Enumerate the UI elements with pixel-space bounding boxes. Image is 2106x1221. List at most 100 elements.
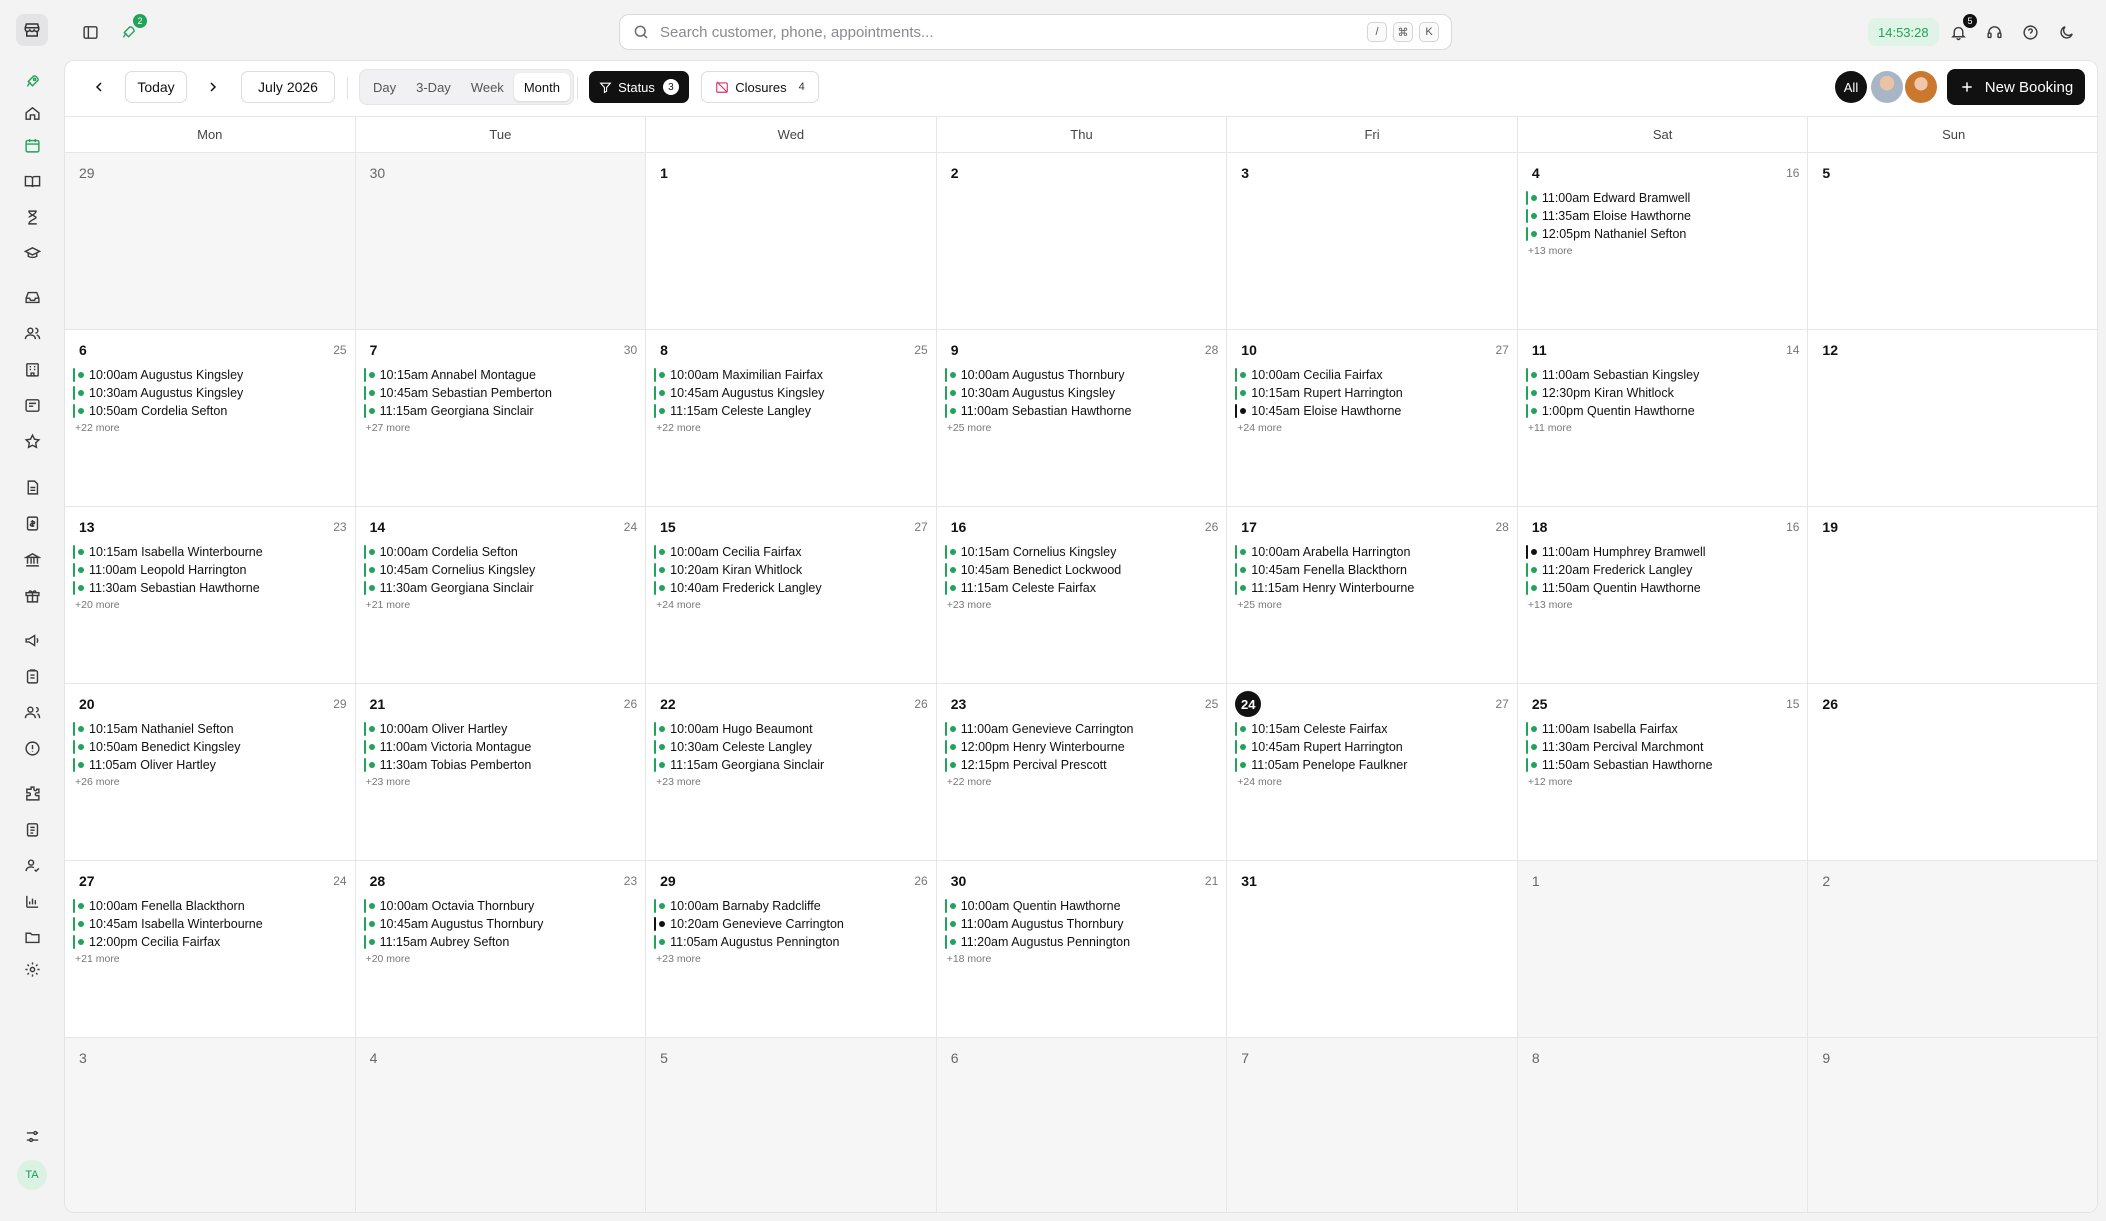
appointment-item[interactable]: 10:00am Cecilia Fairfax xyxy=(654,543,930,561)
appointment-item[interactable]: 10:30am Augustus Kingsley xyxy=(73,384,349,402)
date-number[interactable]: 8 xyxy=(1532,1050,1540,1066)
day-cell[interactable]: 30 21 10:00am Quentin Hawthorne 11:00am Aug… xyxy=(936,861,1228,1038)
appointment-item[interactable]: 10:40am Frederick Langley xyxy=(654,579,930,597)
search-input[interactable] xyxy=(660,23,1361,41)
appointment-item[interactable]: 12:05pm Nathaniel Sefton xyxy=(1525,225,1802,243)
day-cell[interactable]: 14 24 10:00am Cordelia Sefton 10:45am Corne… xyxy=(355,507,647,684)
appointment-item[interactable]: 11:00am Humphrey Bramwell xyxy=(1525,543,1802,561)
closures-button[interactable]: Closures 4 xyxy=(701,71,819,103)
appointment-item[interactable]: 11:30am Sebastian Hawthorne xyxy=(73,579,349,597)
date-number[interactable]: 2 xyxy=(1822,873,1830,889)
date-number[interactable]: 20 xyxy=(79,696,95,712)
appointment-item[interactable]: 11:00am Genevieve Carrington xyxy=(944,720,1221,738)
rocket-icon[interactable] xyxy=(20,69,44,93)
more-appointments-link[interactable]: +23 more xyxy=(654,953,930,965)
appointment-item[interactable]: 11:35am Eloise Hawthorne xyxy=(1525,207,1802,225)
more-appointments-link[interactable]: +24 more xyxy=(1235,776,1511,788)
appointment-item[interactable]: 11:05am Augustus Pennington xyxy=(654,933,930,951)
view-day-tab[interactable]: Day xyxy=(363,73,406,101)
checklist-icon[interactable] xyxy=(20,817,44,841)
day-cell[interactable]: 15 27 10:00am Cecilia Fairfax 10:20am Kiran… xyxy=(646,507,937,684)
view-3day-tab[interactable]: 3-Day xyxy=(406,73,461,101)
date-number[interactable]: 26 xyxy=(1822,696,1838,712)
appointment-item[interactable]: 10:45am Fenella Blackthorn xyxy=(1235,561,1511,579)
sidebar-toggle-icon[interactable] xyxy=(78,20,102,44)
day-cell[interactable]: 25 15 11:00am Isabella Fairfax 11:30am Perc… xyxy=(1517,684,1809,861)
home-icon[interactable] xyxy=(20,101,44,125)
date-number[interactable]: 27 xyxy=(79,873,95,889)
appointment-item[interactable]: 11:50am Sebastian Hawthorne xyxy=(1525,756,1802,774)
day-cell[interactable]: 5 xyxy=(1808,153,2097,330)
users-icon[interactable] xyxy=(20,321,44,345)
team-icon[interactable] xyxy=(20,700,44,724)
date-number[interactable]: 29 xyxy=(79,165,95,181)
day-cell[interactable]: 22 26 10:00am Hugo Beaumont 10:30am Celeste… xyxy=(646,684,937,861)
receipt-icon[interactable] xyxy=(20,511,44,535)
date-number[interactable]: 28 xyxy=(370,873,386,889)
day-cell[interactable]: 3 xyxy=(65,1038,356,1212)
day-cell[interactable]: 20 29 10:15am Nathaniel Sefton 10:50am Bene… xyxy=(65,684,356,861)
date-number[interactable]: 5 xyxy=(660,1050,668,1066)
appointment-item[interactable]: 11:15am Georgiana Sinclair xyxy=(654,756,930,774)
appointment-item[interactable]: 10:15am Rupert Harrington xyxy=(1235,384,1511,402)
prev-month-button[interactable] xyxy=(85,71,113,103)
gift-icon[interactable] xyxy=(20,583,44,607)
day-cell[interactable]: 1 xyxy=(1517,861,1809,1038)
day-cell[interactable]: 12 xyxy=(1808,330,2097,507)
help-icon[interactable] xyxy=(2018,20,2042,44)
more-appointments-link[interactable]: +24 more xyxy=(654,599,930,611)
appointment-item[interactable]: 10:20am Genevieve Carrington xyxy=(654,915,930,933)
settings-gear-icon[interactable] xyxy=(20,957,44,981)
more-appointments-link[interactable]: +26 more xyxy=(73,776,349,788)
day-cell[interactable]: 27 24 10:00am Fenella Blackthorn 10:45am Is… xyxy=(65,861,356,1038)
appointment-item[interactable]: 11:30am Percival Marchmont xyxy=(1525,738,1802,756)
date-number[interactable]: 1 xyxy=(660,165,668,181)
appointment-item[interactable]: 12:15pm Percival Prescott xyxy=(944,756,1221,774)
day-cell[interactable]: 23 25 11:00am Genevieve Carrington 12:00pm … xyxy=(936,684,1228,861)
more-appointments-link[interactable]: +23 more xyxy=(654,776,930,788)
day-cell[interactable]: 16 26 10:15am Cornelius Kingsley 10:45am Be… xyxy=(936,507,1228,684)
appointment-item[interactable]: 11:50am Quentin Hawthorne xyxy=(1525,579,1802,597)
sliders-icon[interactable] xyxy=(20,1124,44,1148)
date-number[interactable]: 12 xyxy=(1822,342,1838,358)
more-appointments-link[interactable]: +20 more xyxy=(73,599,349,611)
puzzle-icon[interactable] xyxy=(20,781,44,805)
bar-chart-icon[interactable] xyxy=(20,889,44,913)
date-number[interactable]: 19 xyxy=(1822,519,1838,535)
appointment-item[interactable]: 11:00am Augustus Thornbury xyxy=(944,915,1221,933)
more-appointments-link[interactable]: +25 more xyxy=(945,422,1221,434)
today-button[interactable]: Today xyxy=(125,71,187,103)
appointment-item[interactable]: 10:30am Celeste Langley xyxy=(654,738,930,756)
status-filter-button[interactable]: Status 3 xyxy=(589,71,689,103)
date-number[interactable]: 4 xyxy=(1532,165,1540,181)
all-staff-filter[interactable]: All xyxy=(1835,71,1867,103)
store-logo-icon[interactable] xyxy=(16,14,48,46)
bell-icon[interactable]: 5 xyxy=(1946,14,1977,44)
day-cell[interactable]: 28 23 10:00am Octavia Thornbury 10:45am Aug… xyxy=(355,861,647,1038)
more-appointments-link[interactable]: +25 more xyxy=(1235,599,1511,611)
appointment-item[interactable]: 11:05am Penelope Faulkner xyxy=(1235,756,1511,774)
appointment-item[interactable]: 11:00am Sebastian Hawthorne xyxy=(944,402,1221,420)
appointment-item[interactable]: 11:30am Georgiana Sinclair xyxy=(363,579,640,597)
view-month-tab[interactable]: Month xyxy=(513,73,570,101)
appointment-item[interactable]: 11:05am Oliver Hartley xyxy=(73,756,349,774)
rocket-launch-icon[interactable]: 2 xyxy=(116,14,147,44)
day-cell[interactable]: 8 xyxy=(1517,1038,1809,1212)
appointment-item[interactable]: 11:00am Isabella Fairfax xyxy=(1525,720,1802,738)
date-number[interactable]: 4 xyxy=(370,1050,378,1066)
appointment-item[interactable]: 11:15am Celeste Langley xyxy=(654,402,930,420)
date-number[interactable]: 23 xyxy=(951,696,967,712)
building-icon[interactable] xyxy=(20,357,44,381)
day-cell[interactable]: 29 26 10:00am Barnaby Radcliffe 10:20am Gen… xyxy=(646,861,937,1038)
day-cell[interactable]: 10 27 10:00am Cecilia Fairfax 10:15am Ruper… xyxy=(1227,330,1518,507)
date-number[interactable]: 30 xyxy=(370,165,386,181)
date-number[interactable]: 8 xyxy=(660,342,668,358)
day-cell[interactable]: 13 23 10:15am Isabella Winterbourne 11:00am… xyxy=(65,507,356,684)
appointment-item[interactable]: 11:00am Victoria Montague xyxy=(363,738,640,756)
appointment-item[interactable]: 10:45am Eloise Hawthorne xyxy=(1235,402,1511,420)
appointment-item[interactable]: 12:00pm Cecilia Fairfax xyxy=(73,933,349,951)
month-picker-button[interactable]: July 2026 xyxy=(241,71,335,103)
more-appointments-link[interactable]: +18 more xyxy=(945,953,1221,965)
more-appointments-link[interactable]: +13 more xyxy=(1526,599,1802,611)
appointment-item[interactable]: 11:15am Celeste Fairfax xyxy=(944,579,1221,597)
